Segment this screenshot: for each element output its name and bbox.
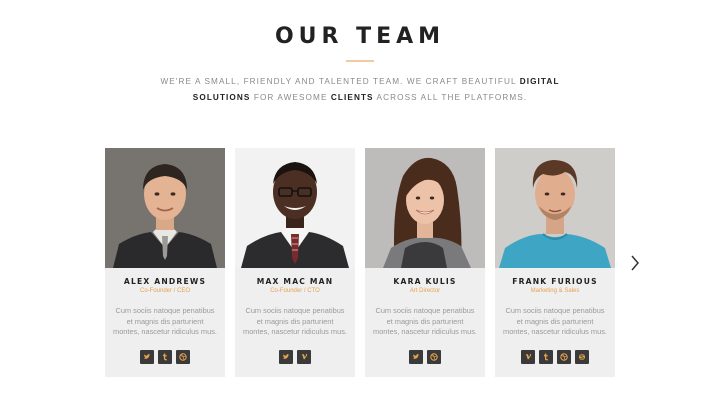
twitter-icon[interactable] xyxy=(140,350,154,364)
team-card-kara: KARA KULIS Art Director Cum sociis natoq… xyxy=(365,148,485,377)
subtitle-highlight-clients: CLIENTS xyxy=(330,93,374,102)
vimeo-icon[interactable] xyxy=(521,350,535,364)
skype-icon[interactable] xyxy=(575,350,589,364)
dribbble-icon[interactable] xyxy=(176,350,190,364)
dribbble-icon[interactable] xyxy=(427,350,441,364)
member-name: KARA KULIS xyxy=(393,277,457,286)
member-bio: Cum sociis natoque penatibus et magnis d… xyxy=(503,306,607,336)
dribbble-icon[interactable] xyxy=(557,350,571,364)
section-title: OUR TEAM xyxy=(274,24,446,49)
member-bio: Cum sociis natoque penatibus et magnis d… xyxy=(373,306,477,336)
member-name: ALEX ANDREWS xyxy=(123,277,207,286)
vimeo-icon[interactable] xyxy=(297,350,311,364)
member-photo xyxy=(105,148,225,268)
team-card-frank: FRANK FURIOUS Marketing & Sales Cum soci… xyxy=(495,148,615,377)
member-role: Co-Founder / CTO xyxy=(270,288,320,294)
member-photo xyxy=(495,148,615,268)
member-name: FRANK FURIOUS xyxy=(512,277,598,286)
tumblr-icon[interactable] xyxy=(158,350,172,364)
social-links xyxy=(105,350,225,364)
carousel-next-chevron-right-icon[interactable] xyxy=(628,254,642,272)
subtitle-text-2: FOR AWESOME xyxy=(250,93,331,102)
section-subtitle: WE'RE A SMALL, FRIENDLY AND TALENTED TEA… xyxy=(140,74,580,106)
member-bio: Cum sociis natoque penatibus et magnis d… xyxy=(113,306,217,336)
social-links xyxy=(495,350,615,364)
social-links xyxy=(235,350,355,364)
member-role: Marketing & Sales xyxy=(530,288,580,294)
title-divider xyxy=(346,60,374,62)
team-card-max: MAX MAC MAN Co-Founder / CTO Cum sociis … xyxy=(235,148,355,377)
member-photo xyxy=(235,148,355,268)
member-role: Art Director xyxy=(409,288,441,294)
social-links xyxy=(365,350,485,364)
twitter-icon[interactable] xyxy=(409,350,423,364)
member-name: MAX MAC MAN xyxy=(256,277,334,286)
team-card-alex: ALEX ANDREWS Co-Founder / CEO Cum sociis… xyxy=(105,148,225,377)
member-photo xyxy=(365,148,485,268)
twitter-icon[interactable] xyxy=(279,350,293,364)
subtitle-text-3: ACROSS ALL THE PLATFORMS. xyxy=(373,93,528,102)
subtitle-text-1: WE'RE A SMALL, FRIENDLY AND TALENTED TEA… xyxy=(160,77,520,86)
tumblr-icon[interactable] xyxy=(539,350,553,364)
member-bio: Cum sociis natoque penatibus et magnis d… xyxy=(243,306,347,336)
member-role: Co-Founder / CEO xyxy=(139,288,191,294)
